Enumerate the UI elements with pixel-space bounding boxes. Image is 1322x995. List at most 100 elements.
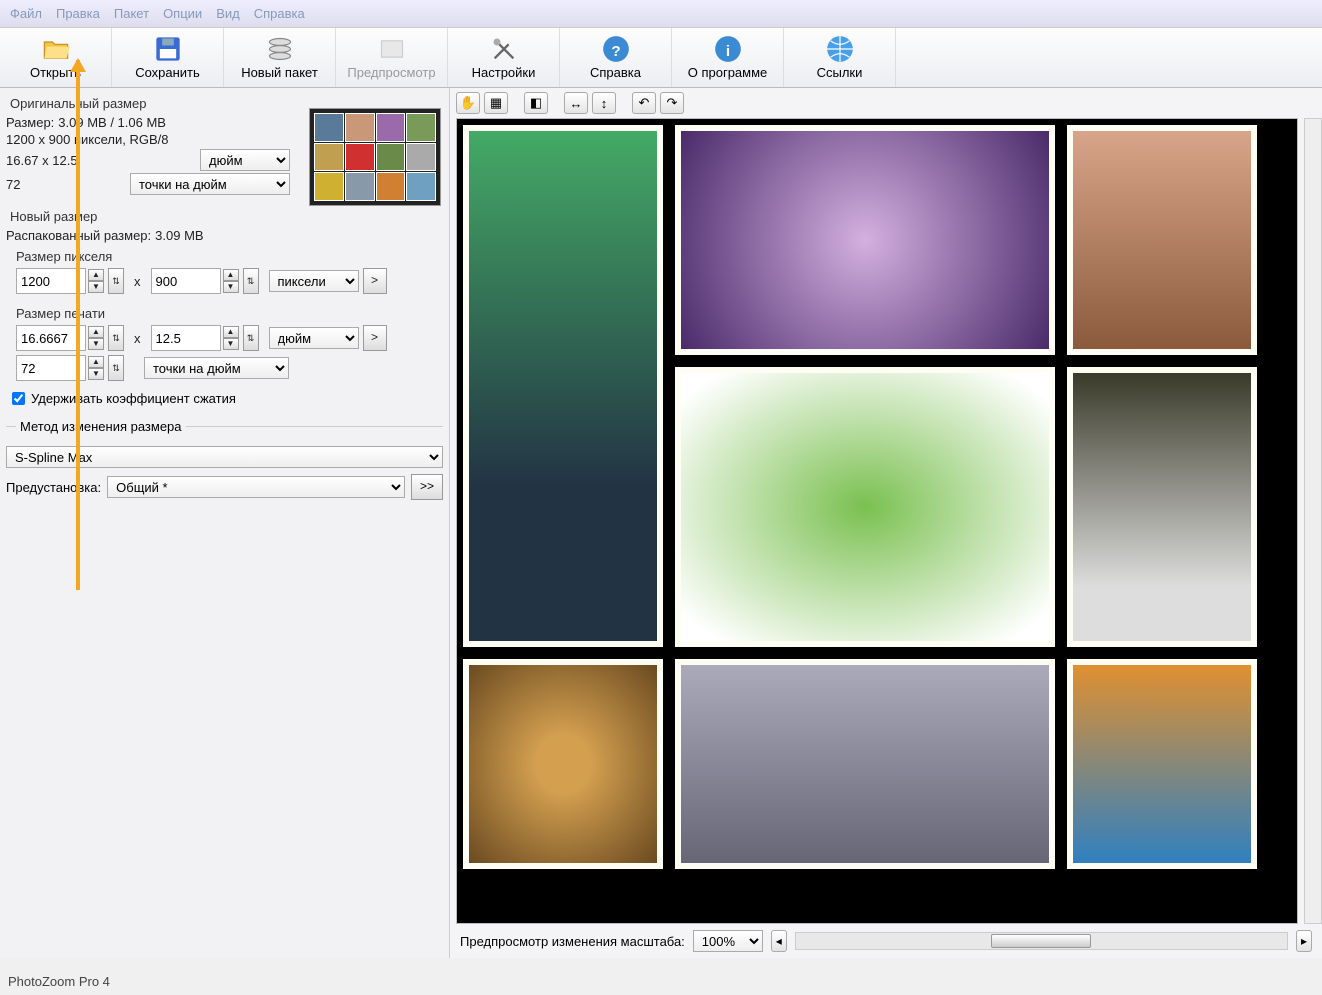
keep-ratio-label: Удерживать коэффициент сжатия xyxy=(31,391,236,406)
x-label-2: x xyxy=(128,331,147,346)
flip-v-icon: ↕ xyxy=(601,96,608,111)
vertical-scrollbar[interactable] xyxy=(1304,118,1322,924)
original-unit-select[interactable]: дюйм xyxy=(200,149,290,171)
new-batch-button[interactable]: Новый пакет xyxy=(224,28,336,87)
save-label: Сохранить xyxy=(135,65,200,80)
about-button[interactable]: i О программе xyxy=(672,28,784,87)
original-resolution: 72 xyxy=(6,177,126,192)
zoom-select[interactable]: 100% xyxy=(693,930,763,952)
folder-open-icon xyxy=(42,35,70,63)
floppy-disk-icon xyxy=(154,35,182,63)
preview-image xyxy=(675,367,1055,647)
preview-button: Предпросмотр xyxy=(336,28,448,87)
annotation-arrow xyxy=(76,60,80,590)
pixel-size-label: Размер пикселя xyxy=(6,245,443,266)
height-up[interactable]: ▲ xyxy=(223,269,239,281)
menu-edit[interactable]: Правка xyxy=(52,4,104,23)
horizontal-scrollbar[interactable] xyxy=(795,932,1288,950)
link-px-button[interactable]: ⇅ xyxy=(108,268,124,294)
px-more-button[interactable]: > xyxy=(363,268,387,294)
preset-select[interactable]: Общий * xyxy=(107,476,405,498)
height-print-input[interactable] xyxy=(151,325,221,351)
newbatch-label: Новый пакет xyxy=(241,65,318,80)
help-icon: ? xyxy=(602,35,630,63)
menu-view[interactable]: Вид xyxy=(212,4,244,23)
settings-label: Настройки xyxy=(472,65,536,80)
rotate-right-button[interactable]: ↷ xyxy=(660,92,684,114)
main-toolbar: Открыть Сохранить Новый пакет Предпросмо… xyxy=(0,28,1322,88)
hprint-up[interactable]: ▲ xyxy=(223,326,239,338)
save-button[interactable]: Сохранить xyxy=(112,28,224,87)
open-button[interactable]: Открыть xyxy=(0,28,112,87)
preview-image xyxy=(675,659,1055,869)
menu-options[interactable]: Опции xyxy=(159,4,206,23)
marquee-icon: ▦ xyxy=(490,95,502,111)
size-value: 3.09 MB / 1.06 MB xyxy=(58,115,166,130)
keep-ratio-checkbox[interactable] xyxy=(12,392,25,405)
svg-text:?: ? xyxy=(611,43,620,60)
unpacked-value: 3.09 MB xyxy=(155,228,203,243)
crop-tool-button[interactable]: ◧ xyxy=(524,92,548,114)
height-px-input[interactable] xyxy=(151,268,221,294)
preset-more-button[interactable]: >> xyxy=(411,474,443,500)
res-unit-select[interactable]: точки на дюйм xyxy=(144,357,289,379)
scroll-left-button[interactable]: ◂ xyxy=(771,930,787,952)
right-panel: ✋ ▦ ◧ ↔ ↕ ↶ ↷ П xyxy=(450,88,1322,958)
rotate-left-icon: ↶ xyxy=(639,95,650,111)
zoom-label: Предпросмотр изменения масштаба: xyxy=(460,934,685,949)
x-label: x xyxy=(128,274,147,289)
print-more-button[interactable]: > xyxy=(363,325,387,351)
about-label: О программе xyxy=(688,65,768,80)
flip-v-button[interactable]: ↕ xyxy=(592,92,616,114)
wprint-up[interactable]: ▲ xyxy=(88,326,104,338)
rotate-right-icon: ↷ xyxy=(667,95,678,111)
height-down[interactable]: ▼ xyxy=(223,281,239,293)
left-panel: Оригинальный размер Размер: 3.09 MB / 1.… xyxy=(0,88,450,958)
svg-text:i: i xyxy=(725,43,729,60)
batch-icon xyxy=(266,35,294,63)
help-button[interactable]: ? Справка xyxy=(560,28,672,87)
link-px-button-2[interactable]: ⇅ xyxy=(243,268,259,294)
preview-toolbar: ✋ ▦ ◧ ↔ ↕ ↶ ↷ xyxy=(450,88,1322,118)
preview-image xyxy=(463,125,663,647)
link-print-button[interactable]: ⇅ xyxy=(108,325,124,351)
hprint-down[interactable]: ▼ xyxy=(223,338,239,350)
print-unit-select[interactable]: дюйм xyxy=(269,327,359,349)
menu-file[interactable]: Файл xyxy=(6,4,46,23)
original-resunit-select[interactable]: точки на дюйм xyxy=(130,173,290,195)
links-button[interactable]: Ссылки xyxy=(784,28,896,87)
globe-icon xyxy=(826,35,854,63)
crop-icon: ◧ xyxy=(530,95,542,111)
scroll-right-button[interactable]: ▸ xyxy=(1296,930,1312,952)
preview-icon xyxy=(378,35,406,63)
method-select[interactable]: S-Spline Max xyxy=(6,446,443,468)
preview-bottom-bar: Предпросмотр изменения масштаба: 100% ◂ … xyxy=(450,924,1322,958)
info-icon: i xyxy=(714,35,742,63)
preset-label: Предустановка: xyxy=(6,480,101,495)
res-down[interactable]: ▼ xyxy=(88,368,104,380)
preview-image xyxy=(463,659,663,869)
help-label: Справка xyxy=(590,65,641,80)
method-title: Метод изменения размера xyxy=(16,419,186,434)
link-print-button-2[interactable]: ⇅ xyxy=(243,325,259,351)
hand-tool-button[interactable]: ✋ xyxy=(456,92,480,114)
preview-image xyxy=(675,125,1055,355)
preview-label: Предпросмотр xyxy=(347,65,435,80)
rotate-left-button[interactable]: ↶ xyxy=(632,92,656,114)
settings-button[interactable]: Настройки xyxy=(448,28,560,87)
links-label: Ссылки xyxy=(817,65,863,80)
menu-help[interactable]: Справка xyxy=(250,4,309,23)
navigator-thumbnail[interactable] xyxy=(309,108,441,206)
flip-h-icon: ↔ xyxy=(570,96,583,111)
menu-batch[interactable]: Пакет xyxy=(110,4,153,23)
preview-canvas[interactable] xyxy=(456,118,1298,924)
flip-h-button[interactable]: ↔ xyxy=(564,92,588,114)
px-unit-select[interactable]: пиксели xyxy=(269,270,359,292)
wprint-down[interactable]: ▼ xyxy=(88,338,104,350)
link-res-button[interactable]: ⇅ xyxy=(108,355,124,381)
width-up[interactable]: ▲ xyxy=(88,269,104,281)
res-up[interactable]: ▲ xyxy=(88,356,104,368)
original-print-dims: 16.67 x 12.5 xyxy=(6,153,196,168)
marquee-tool-button[interactable]: ▦ xyxy=(484,92,508,114)
width-down[interactable]: ▼ xyxy=(88,281,104,293)
